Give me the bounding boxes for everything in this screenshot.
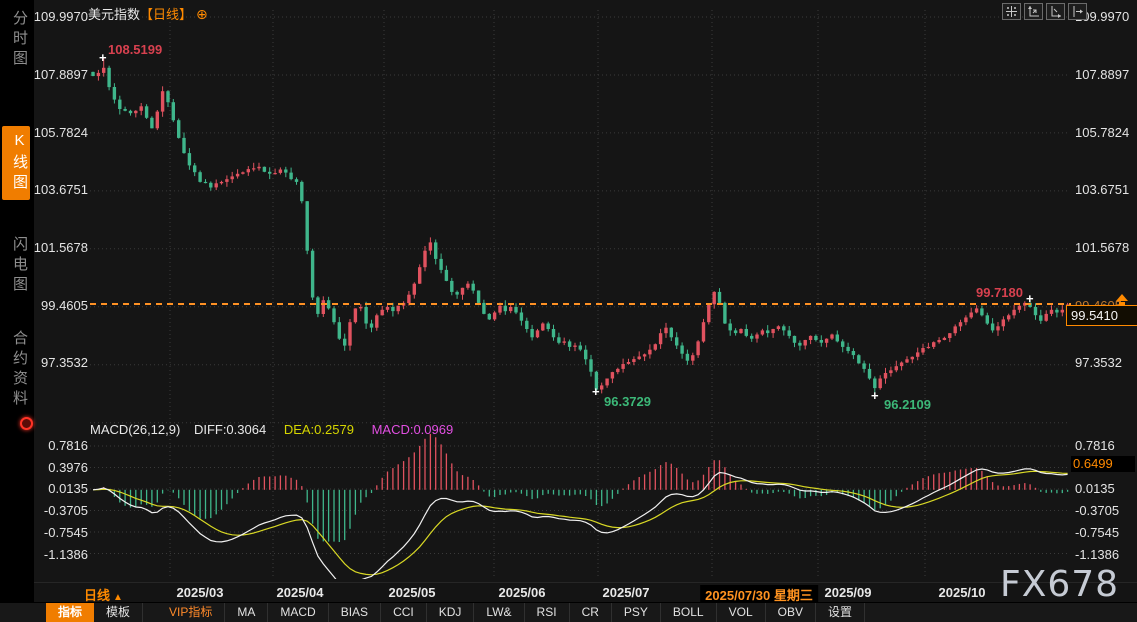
july-low-label: 96.3729 [604, 394, 651, 409]
go-to-latest-icon[interactable] [1068, 3, 1087, 20]
timeframe-label: 日线 [84, 588, 110, 603]
toolbar-bias-button[interactable]: BIAS [329, 603, 381, 622]
fx678-chart-window: 美元指数【日线】⊕ 109.9970107.8897105.7824103.67… [0, 0, 1137, 622]
toolbar-psy-button[interactable]: PSY [612, 603, 661, 622]
toolbar-vol-button[interactable]: VOL [717, 603, 766, 622]
toolbar-kdj-button[interactable]: KDJ [427, 603, 475, 622]
sidebar-tab-candlestick-chart[interactable]: K线图 [2, 126, 30, 200]
price-tick-right: 101.5678 [1075, 241, 1137, 255]
move-tool-icon[interactable] [1002, 3, 1021, 20]
chart-region: 美元指数【日线】⊕ 109.9970107.8897105.7824103.67… [0, 0, 1137, 622]
time-axis: 日线▲ 2025/032025/042025/052025/062025/072… [34, 582, 1137, 603]
toolbar-obv-button[interactable]: OBV [766, 603, 816, 622]
macd-current-value-box: 0.6499 [1071, 456, 1135, 472]
symbol-name: 美元指数 [88, 7, 140, 22]
toolbar-rsi-button[interactable]: RSI [525, 603, 570, 622]
price-tick-right: 103.6751 [1075, 183, 1137, 197]
interval-tag[interactable]: 【日线】 [140, 7, 192, 22]
low2-marker-cross: + [871, 392, 879, 400]
macd-tick-right: 0.7816 [1075, 439, 1137, 453]
sidebar-tab-time-chart[interactable]: 分时图 [2, 4, 30, 76]
date-label: 2025/03 [177, 585, 224, 600]
toolbar-vip-indicator-button[interactable]: VIP指标 [157, 603, 225, 622]
macd-tick-right: -0.3705 [1075, 504, 1137, 518]
price-tick-right: 97.3532 [1075, 356, 1137, 370]
high-marker-cross: + [99, 54, 107, 62]
date-label: 2025/06 [499, 585, 546, 600]
macd-diff-value: DIFF:0.3064 [194, 422, 266, 437]
chart-title: 美元指数【日线】 ⊕ [88, 4, 208, 23]
price-tick-right: 105.7824 [1075, 126, 1137, 140]
macd-tick-right: -1.1386 [1075, 548, 1137, 562]
toolbar-settings-button[interactable]: 设置 [816, 603, 865, 622]
toolbar-ma-button[interactable]: MA [225, 603, 268, 622]
sidebar-tab-lightning-chart[interactable]: 闪电图 [2, 230, 30, 302]
period-high-label: 108.5199 [108, 42, 162, 57]
scale-x-axis-icon[interactable] [1046, 3, 1065, 20]
macd-indicator-pane[interactable] [89, 431, 1071, 579]
macd-tick-right: -0.7545 [1075, 526, 1137, 540]
recent-high-label: 99.7180 [976, 285, 1023, 300]
date-label: 2025/04 [277, 585, 324, 600]
macd-macd-value: MACD:0.0969 [372, 422, 454, 437]
scale-y-axis-icon[interactable] [1024, 3, 1043, 20]
fx678-watermark: FX678 [1000, 564, 1119, 605]
chart-type-sidebar: 分时图 K线图 闪电图 合约资料 [0, 0, 34, 602]
toolbar-macd-button[interactable]: MACD [268, 603, 328, 622]
price-candlestick-pane[interactable] [89, 0, 1071, 430]
chart-tool-buttons [1002, 3, 1087, 20]
toolbar-boll-button[interactable]: BOLL [661, 603, 717, 622]
date-label: 2025/07 [603, 585, 650, 600]
low-marker-cross: + [592, 388, 600, 396]
toolbar-cci-button[interactable]: CCI [381, 603, 427, 622]
date-label: 2025/05 [389, 585, 436, 600]
recent-high-marker-cross: + [1026, 295, 1034, 303]
toolbar-template-button[interactable]: 模板 [94, 603, 143, 622]
september-low-label: 96.2109 [884, 397, 931, 412]
current-price-line [90, 303, 1071, 305]
alert-icon[interactable] [20, 417, 33, 430]
macd-dea-value: DEA:0.2579 [284, 422, 354, 437]
toolbar-cr-button[interactable]: CR [570, 603, 612, 622]
indicator-toolbar: 指标 模板 VIP指标 MA MACD BIAS CCI KDJ LW& RSI… [0, 602, 1137, 622]
toolbar-lw-button[interactable]: LW& [474, 603, 524, 622]
current-price-box: 99.5410 [1066, 305, 1137, 326]
macd-params[interactable]: MACD(26,12,9) [90, 422, 180, 437]
add-compare-icon[interactable]: ⊕ [196, 6, 208, 22]
price-tick-right: 107.8897 [1075, 68, 1137, 82]
date-label: 2025/09 [825, 585, 872, 600]
toolbar-indicator-button[interactable]: 指标 [46, 603, 94, 622]
macd-tick-right: 0.0135 [1075, 482, 1137, 496]
macd-header: MACD(26,12,9) DIFF:0.3064 DEA:0.2579 MAC… [90, 422, 453, 437]
sidebar-tab-contract-info[interactable]: 合约资料 [2, 324, 30, 416]
date-label: 2025/10 [939, 585, 986, 600]
